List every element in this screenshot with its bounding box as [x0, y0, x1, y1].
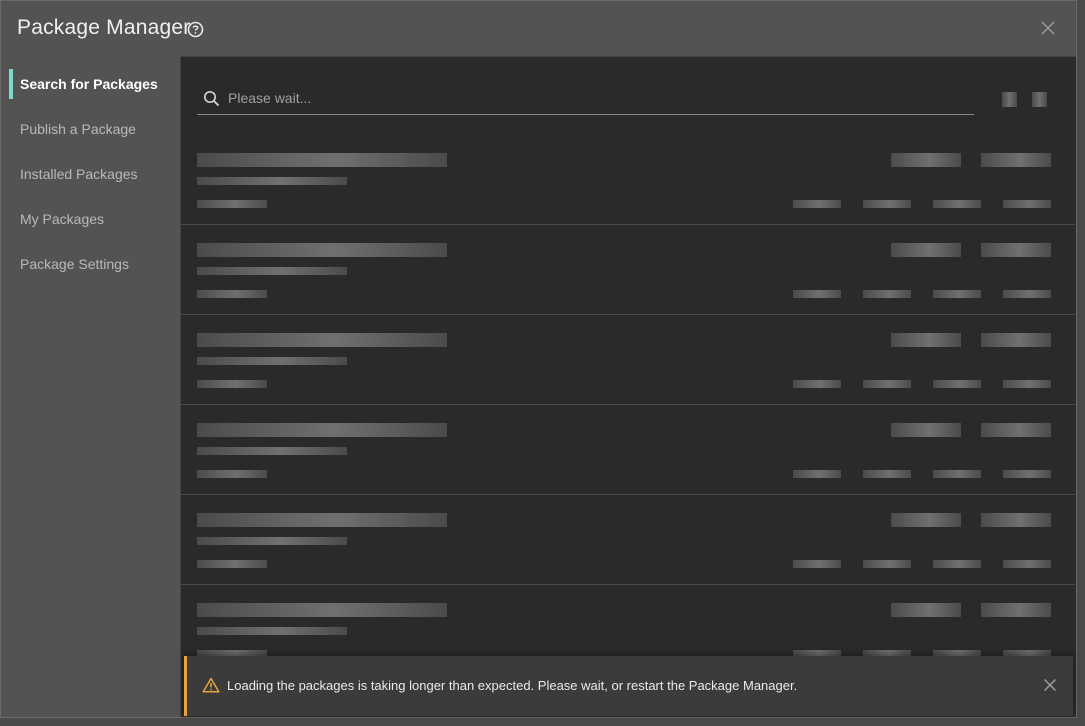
titlebar: Package Manager: [1, 1, 1076, 56]
search-input[interactable]: [228, 87, 928, 109]
list-item: [181, 135, 1075, 225]
sidebar: Search for Packages Publish a Package In…: [1, 56, 180, 717]
package-list-loading: [181, 135, 1075, 675]
close-icon[interactable]: [1040, 20, 1056, 36]
main-panel: [180, 56, 1076, 717]
list-item: [181, 405, 1075, 495]
search-bar: [197, 81, 974, 115]
toast-close-icon[interactable]: [1043, 678, 1057, 692]
sidebar-item-installed-packages[interactable]: Installed Packages: [9, 159, 174, 189]
window-title: Package Manager: [17, 16, 191, 39]
view-toggle-button-2[interactable]: [1032, 92, 1047, 107]
list-item: [181, 225, 1075, 315]
search-icon: [203, 90, 220, 107]
sidebar-item-search-for-packages[interactable]: Search for Packages: [9, 69, 174, 99]
warning-toast: Loading the packages is taking longer th…: [184, 656, 1073, 716]
package-manager-window: Package Manager Search for Packages Publ…: [0, 0, 1077, 718]
view-toggle-button-1[interactable]: [1002, 92, 1017, 107]
sidebar-item-publish-a-package[interactable]: Publish a Package: [9, 114, 174, 144]
warning-icon: [202, 677, 220, 693]
help-icon[interactable]: [187, 21, 204, 38]
toast-message: Loading the packages is taking longer th…: [227, 678, 798, 693]
sidebar-item-package-settings[interactable]: Package Settings: [9, 249, 174, 279]
list-item: [181, 315, 1075, 405]
list-item: [181, 495, 1075, 585]
sidebar-item-my-packages[interactable]: My Packages: [9, 204, 174, 234]
